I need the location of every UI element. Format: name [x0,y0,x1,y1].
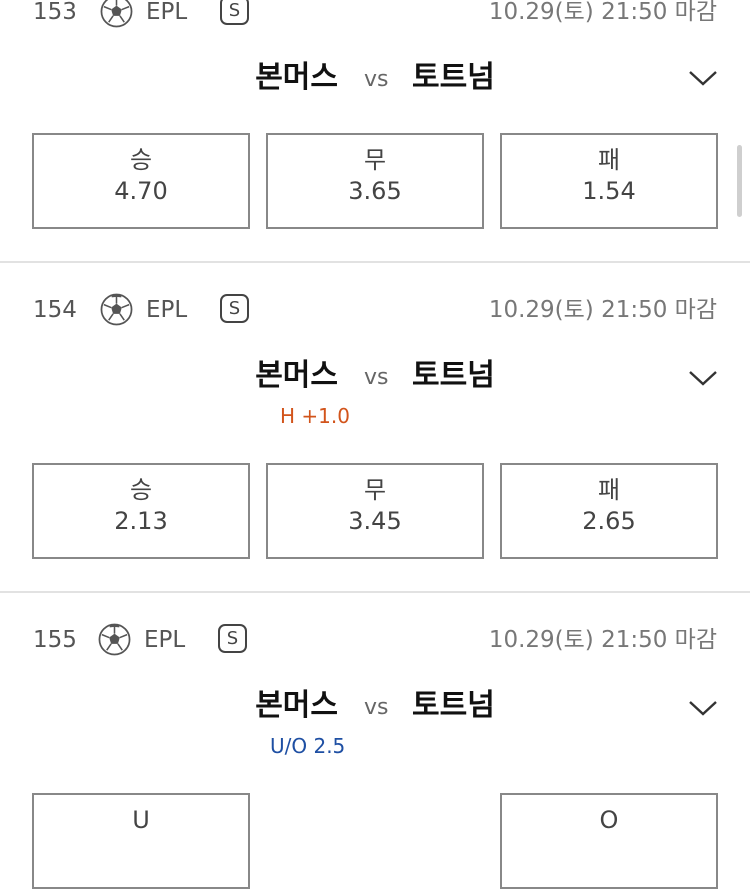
s-badge-icon: S [220,294,249,323]
odds-value: 1.54 [582,177,636,205]
match-number: 154 [33,297,77,323]
odds-label: 무 [363,146,387,174]
odds-label: 승 [129,476,153,504]
home-team: 본머스 [255,688,338,723]
match-teams: 본머스 vs 토트넘 [0,56,750,100]
soccer-ball-icon [100,0,133,28]
vs-label: vs [364,695,389,720]
odds-value: 2.13 [114,507,168,535]
chevron-down-icon[interactable] [688,68,718,88]
odds-button-draw[interactable]: 무 3.45 [266,463,484,559]
soccer-ball-icon [100,293,133,326]
vs-label: vs [364,365,389,390]
league-label: EPL [144,627,186,653]
away-team: 토트넘 [412,60,495,95]
deadline-text: 10.29(토) 21:50 마감 [488,297,717,323]
home-team: 본머스 [255,358,338,393]
odds-value: 3.45 [348,507,402,535]
odds-label: 패 [597,476,621,504]
under-over-label: U/O 2.5 [270,734,346,758]
odds-label: U [132,806,150,834]
s-badge-icon: S [220,0,249,25]
league-label: EPL [146,0,188,25]
match-number: 155 [33,627,77,653]
odds-label: 무 [363,476,387,504]
odds-label: 패 [597,146,621,174]
odds-button-over[interactable]: O [500,793,718,889]
chevron-down-icon[interactable] [688,368,718,388]
odds-label: O [599,806,619,834]
odds-button-under[interactable]: U [32,793,250,889]
league-label: EPL [146,297,188,323]
odds-value: 2.65 [582,507,636,535]
odds-button-lose[interactable]: 패 2.65 [500,463,718,559]
match-meta: 154 EPL S 10.29(토) 21:50 마감 [0,290,750,330]
odds-button-win[interactable]: 승 2.13 [32,463,250,559]
match-card-153: 153 EPL S 10.29(토) 21:50 마감 본머스 vs 토트넘 승… [0,0,750,252]
s-badge-icon: S [218,624,247,653]
odds-label: 승 [129,146,153,174]
away-team: 토트넘 [412,358,495,393]
home-team: 본머스 [255,60,338,95]
odds-button-win[interactable]: 승 4.70 [32,133,250,229]
chevron-down-icon[interactable] [688,698,718,718]
match-teams: 본머스 vs 토트넘 [0,354,750,398]
match-meta: 153 EPL S 10.29(토) 21:50 마감 [0,0,750,32]
match-number: 153 [33,0,77,25]
deadline-text: 10.29(토) 21:50 마감 [488,627,717,653]
divider [0,261,750,263]
match-card-154: 154 EPL S 10.29(토) 21:50 마감 본머스 vs 토트넘 H… [0,290,750,590]
away-team: 토트넘 [412,688,495,723]
match-meta: 155 EPL S 10.29(토) 21:50 마감 [0,620,750,660]
odds-button-lose[interactable]: 패 1.54 [500,133,718,229]
divider [0,591,750,593]
match-card-155: 155 EPL S 10.29(토) 21:50 마감 본머스 vs 토트넘 U… [0,620,750,889]
odds-value: 4.70 [114,177,168,205]
deadline-text: 10.29(토) 21:50 마감 [488,0,717,25]
handicap-label: H +1.0 [280,404,350,428]
soccer-ball-icon [98,623,131,656]
vs-label: vs [364,67,389,92]
odds-button-draw[interactable]: 무 3.65 [266,133,484,229]
odds-value: 3.65 [348,177,402,205]
match-teams: 본머스 vs 토트넘 [0,684,750,728]
scrollbar[interactable] [737,145,742,217]
